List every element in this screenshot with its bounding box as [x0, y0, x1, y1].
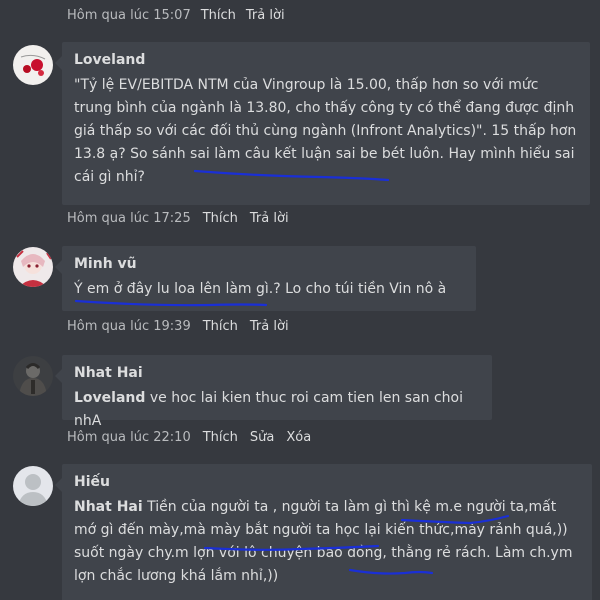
reply-link[interactable]: Trả lời: [250, 319, 289, 334]
comment-text: Nhat Hai Tiền của người ta , người ta là…: [74, 496, 580, 588]
delete-link[interactable]: Xóa: [286, 430, 311, 445]
edit-link[interactable]: Sửa: [250, 430, 274, 445]
comment-author[interactable]: Minh vũ: [74, 256, 464, 272]
comment-bubble: Loveland "Tỷ lệ EV/EBITDA NTM của Vingro…: [55, 42, 590, 205]
avatar[interactable]: [13, 356, 53, 396]
comment-thread: Hôm qua lúc 15:07 Thích Trả lời Loveland…: [0, 0, 600, 600]
like-link[interactable]: Thích: [203, 430, 238, 445]
comment-actions: Hôm qua lúc 19:39 Thích Trả lời: [67, 319, 289, 334]
like-link[interactable]: Thích: [201, 8, 236, 23]
comment-actions: Hôm qua lúc 17:25 Thích Trả lời: [67, 211, 289, 226]
comment-author[interactable]: Hiếu: [74, 474, 580, 490]
avatar-image: [13, 356, 53, 396]
mention-link[interactable]: Nhat Hai: [74, 499, 143, 515]
mention-link[interactable]: Loveland: [74, 390, 145, 406]
comment-time: Hôm qua lúc 19:39: [67, 319, 191, 334]
comment-time: Hôm qua lúc 17:25: [67, 211, 191, 226]
comment-text: Loveland ve hoc lai kien thuc roi cam ti…: [74, 387, 480, 433]
comment-text: "Tỷ lệ EV/EBITDA NTM của Vingroup là 15.…: [74, 77, 577, 185]
comment-bubble: Nhat Hai Loveland ve hoc lai kien thuc r…: [55, 355, 492, 429]
comment-author[interactable]: Nhat Hai: [74, 365, 480, 381]
avatar[interactable]: [13, 45, 53, 85]
default-avatar-icon: [13, 466, 53, 506]
comment-time: Hôm qua lúc 15:07: [67, 8, 191, 23]
avatar-image: [13, 247, 53, 287]
comment-actions: Hôm qua lúc 22:10 Thích Sửa Xóa: [67, 430, 311, 445]
reply-link[interactable]: Trả lời: [250, 211, 289, 226]
comment-time: Hôm qua lúc 22:10: [67, 430, 191, 445]
reply-link[interactable]: Trả lời: [246, 8, 285, 23]
avatar[interactable]: [13, 466, 53, 506]
like-link[interactable]: Thích: [203, 211, 238, 226]
comment-bubble: Minh vũ Ý em ở đây lu loa lên làm gì.? L…: [55, 246, 476, 311]
comment-text: Ý em ở đây lu loa lên làm gì.? Lo cho tú…: [74, 281, 447, 297]
avatar[interactable]: [13, 247, 53, 287]
avatar-image: [13, 45, 53, 85]
comment-body: Tiền của người ta , người ta làm gì thì …: [74, 499, 573, 584]
comment-author[interactable]: Loveland: [74, 52, 578, 68]
like-link[interactable]: Thích: [203, 319, 238, 334]
prev-comment-actions: Hôm qua lúc 15:07 Thích Trả lời: [67, 8, 285, 23]
comment-bubble: Hiếu Nhat Hai Tiền của người ta , người …: [55, 464, 592, 600]
